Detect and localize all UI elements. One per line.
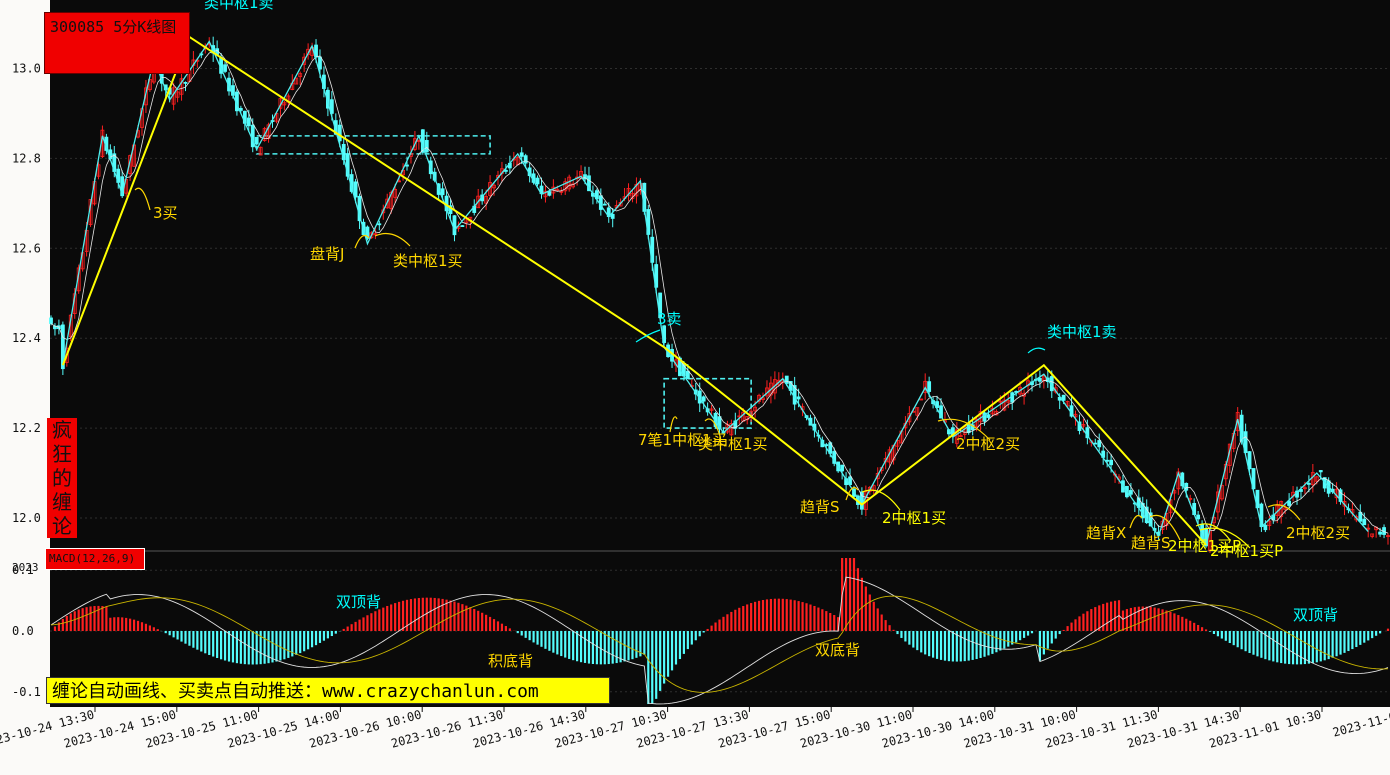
candle-body (440, 188, 445, 196)
macd-annotation: 双底背 (815, 641, 860, 659)
macd-y-tick-label: 0.0 (12, 624, 34, 638)
macd-annotation: 双顶背 (336, 593, 381, 611)
candle-body (701, 396, 706, 402)
side-badge: 疯 狂 的 缠 论 (47, 418, 77, 538)
candle-body (523, 155, 528, 164)
kline-annotation: 3买 (153, 204, 178, 222)
candle-body (1109, 459, 1114, 466)
candle-body (1306, 482, 1311, 485)
chart-title: 300085 5分K线图 (50, 18, 177, 36)
kline-chart: 类中枢1卖3买盘背J 类中枢1买3卖7笔1中枢1买类中枢1买趋背S2中枢1买2中枢… (0, 0, 1390, 751)
kline-annotation: 趋背S (1131, 534, 1171, 552)
candle-body (424, 140, 429, 153)
candle-body (503, 169, 508, 172)
side-badge-char: 论 (52, 514, 72, 538)
side-badge-char: 狂 (52, 442, 72, 466)
macd-annotation: 双顶背 (1293, 606, 1338, 624)
y-tick-label: 13.0 (12, 61, 41, 75)
candle-body (1093, 442, 1098, 445)
candle-body (1362, 518, 1367, 526)
candle-body (49, 317, 53, 324)
y-tick-label: 12.4 (12, 331, 41, 345)
candle-body (535, 177, 540, 185)
kline-annotation: 2中枢2买 (1286, 524, 1350, 542)
candle-body (1358, 511, 1363, 522)
kline-annotation: 2中枢1买 (882, 509, 946, 527)
y-axis-ticks: 13.012.812.612.412.212.00.10.0-0.1 (12, 61, 41, 698)
candle-body (796, 396, 801, 400)
candle-body (519, 152, 524, 157)
candle-body (337, 124, 342, 142)
macd-y-tick-label: -0.1 (12, 685, 41, 699)
chanlun-chart-screen: 类中枢1卖 3买 盘背J 类中枢1买 3卖 7笔1中枢1买 类中枢1买 趋背S 2中枢1买 2中枢… (0, 0, 1390, 775)
candle-body (223, 64, 227, 72)
date-stub: 2023 (12, 561, 39, 574)
macd-indicator-label: MACD(12,26,9) (45, 548, 145, 570)
kline-annotation: 类中枢1卖 (204, 0, 274, 12)
side-badge-char: 缠 (52, 490, 72, 514)
candle-body (405, 164, 409, 167)
candle-body (246, 117, 251, 127)
candle-body (1263, 524, 1268, 531)
candle-body (452, 215, 457, 236)
candle-body (318, 56, 322, 70)
kline-annotation: 趋背S (800, 498, 840, 516)
candle-body (986, 414, 991, 418)
kline-annotation: 趋背X (1086, 524, 1126, 542)
side-badge-char: 的 (52, 466, 72, 490)
candle-body (610, 213, 615, 219)
candle-body (927, 381, 932, 392)
y-tick-label: 12.2 (12, 421, 41, 435)
kline-annotation: 盘背J (310, 245, 344, 263)
candle-body (1196, 514, 1201, 520)
candle-body (840, 464, 845, 472)
y-tick-label: 12.6 (12, 241, 41, 255)
macd-annotation: 积底背 (488, 652, 533, 670)
x-axis-ticks: 2023-10-24 13:302023-10-24 15:002023-10-… (0, 707, 1390, 751)
kline-annotation: 类中枢1买 (393, 252, 463, 270)
candle-body (254, 136, 259, 145)
candle-body (1097, 440, 1102, 448)
kline-annotation: 类中枢1买 (698, 435, 768, 453)
candle-body (1318, 470, 1323, 473)
candle-body (547, 191, 552, 196)
side-badge-char: 疯 (52, 418, 72, 442)
title-box: 300085 5分K线图 (44, 12, 190, 74)
kline-annotation: 3卖 (657, 310, 682, 328)
candle-body (377, 223, 382, 226)
kline-annotation: 类中枢1卖 (1047, 323, 1117, 341)
candle-body (183, 82, 188, 84)
candle-body (1038, 378, 1042, 382)
candle-body (353, 181, 358, 198)
candle-body (685, 370, 690, 379)
promo-banner[interactable]: 缠论自动画线、买卖点自动推送：www.crazychanlun.com (46, 677, 610, 704)
candle-body (602, 203, 607, 206)
candle-body (1128, 490, 1133, 495)
candle-body (460, 225, 465, 227)
y-tick-label: 12.0 (12, 511, 41, 525)
candle-body (1378, 531, 1382, 535)
y-tick-label: 12.8 (12, 151, 41, 165)
x-tick-label: 2023-11-01 (1331, 707, 1390, 739)
